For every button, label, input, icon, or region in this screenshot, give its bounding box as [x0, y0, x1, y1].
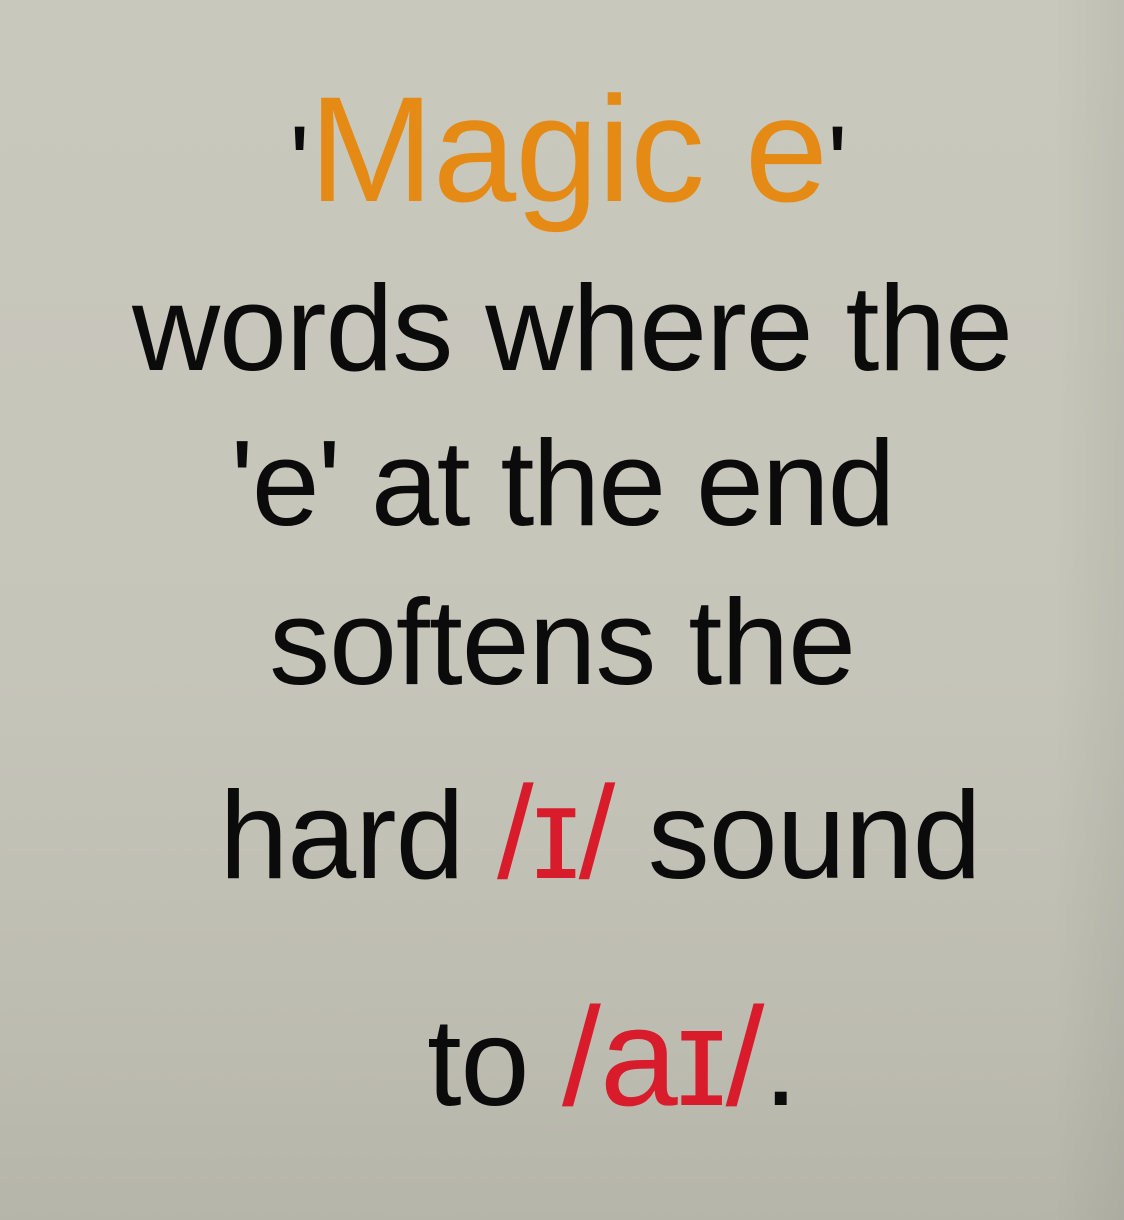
to-sound-line: to /aɪ/.: [0, 982, 1124, 1138]
long-i-phoneme: /aɪ/: [561, 978, 764, 1135]
to-prefix: to: [427, 994, 562, 1132]
body-line-1: words where the: [131, 260, 1013, 396]
slide-title: 'Magic e': [0, 64, 1124, 249]
body-line-2: 'e' at the end: [230, 415, 895, 551]
body-line-3: softens the: [269, 574, 856, 710]
slide: { "colors": { "background": "#c8c7bc", "…: [0, 0, 1124, 1220]
sound-suffix: sound: [614, 767, 982, 905]
hard-prefix: hard: [219, 767, 497, 905]
title-open-quote: ': [289, 103, 310, 224]
short-i-phoneme: /ɪ/: [496, 759, 615, 906]
hard-sound-line: hard /ɪ/ sound: [0, 758, 1124, 911]
title-close-quote: ': [827, 103, 848, 224]
period: .: [763, 994, 797, 1132]
title-magic-e: Magic e: [308, 65, 828, 233]
